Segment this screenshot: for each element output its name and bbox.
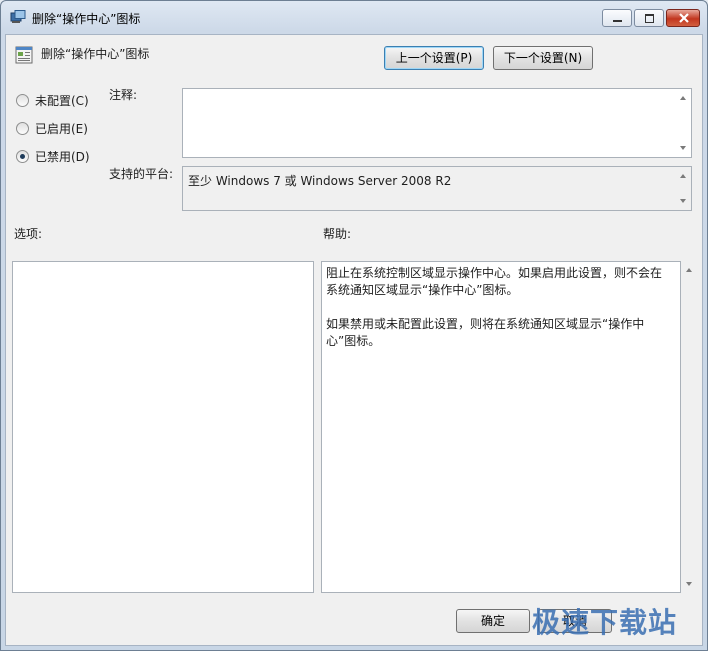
scroll-up-arrow-icon[interactable] (680, 174, 686, 178)
radio-circle (16, 150, 29, 163)
help-paragraph: 阻止在系统控制区域显示操作中心。如果启用此设置，则不会在系统通知区域显示“操作中… (326, 266, 663, 297)
close-icon (679, 13, 689, 23)
watermark-logo: 极速下载站 (532, 606, 678, 639)
policy-title: 删除“操作中心”图标 (41, 47, 150, 61)
ok-button[interactable]: 确定 (456, 609, 530, 633)
help-text: 阻止在系统控制区域显示操作中心。如果启用此设置，则不会在系统通知区域显示“操作中… (326, 265, 666, 367)
help-label: 帮助: (323, 227, 352, 241)
scroll-down-arrow-icon[interactable] (680, 146, 686, 150)
help-panel[interactable]: 阻止在系统控制区域显示操作中心。如果启用此设置，则不会在系统通知区域显示“操作中… (321, 261, 681, 593)
comment-label: 注释: (109, 88, 138, 102)
options-label: 选项: (14, 227, 43, 241)
comment-textarea[interactable] (182, 88, 692, 158)
scroll-down-arrow-icon[interactable] (686, 582, 692, 586)
supported-platform-value: 至少 Windows 7 或 Windows Server 2008 R2 (188, 174, 452, 188)
help-paragraph: 如果禁用或未配置此设置，则将在系统通知区域显示“操作中心”图标。 (326, 317, 645, 348)
radio-circle (16, 94, 29, 107)
next-setting-button[interactable]: 下一个设置(N) (493, 46, 593, 70)
group-policy-icon (10, 10, 26, 23)
radio-label: 已禁用(D) (35, 150, 90, 164)
maximize-icon (645, 14, 654, 23)
dialog-body: 删除“操作中心”图标 上一个设置(P) 下一个设置(N) 未配置(C) 已启用(… (5, 34, 703, 646)
scroll-down-arrow-icon[interactable] (680, 199, 686, 203)
platform-scrollbar[interactable] (675, 167, 691, 210)
policy-dialog-window: 删除“操作中心”图标 删除“操作中心”图标 上一个设置(P) 下一个设置(N) (0, 0, 708, 651)
options-panel (12, 261, 314, 593)
scroll-up-arrow-icon[interactable] (680, 96, 686, 100)
radio-label: 已启用(E) (35, 122, 88, 136)
supported-platform-box: 至少 Windows 7 或 Windows Server 2008 R2 (182, 166, 692, 211)
window-title: 删除“操作中心”图标 (32, 12, 141, 26)
help-scrollbar[interactable] (681, 261, 697, 593)
scroll-up-arrow-icon[interactable] (686, 268, 692, 272)
minimize-icon (613, 20, 622, 22)
close-button[interactable] (666, 9, 700, 27)
title-bar[interactable]: 删除“操作中心”图标 (1, 1, 707, 33)
radio-label: 未配置(C) (35, 94, 89, 108)
supported-platform-label: 支持的平台: (109, 167, 174, 181)
radio-circle (16, 122, 29, 135)
minimize-button[interactable] (602, 9, 632, 27)
previous-setting-button[interactable]: 上一个设置(P) (384, 46, 484, 70)
radio-selected-dot (20, 154, 25, 159)
comment-scrollbar[interactable] (675, 89, 691, 157)
policy-setting-icon (15, 46, 33, 64)
maximize-button[interactable] (634, 9, 664, 27)
